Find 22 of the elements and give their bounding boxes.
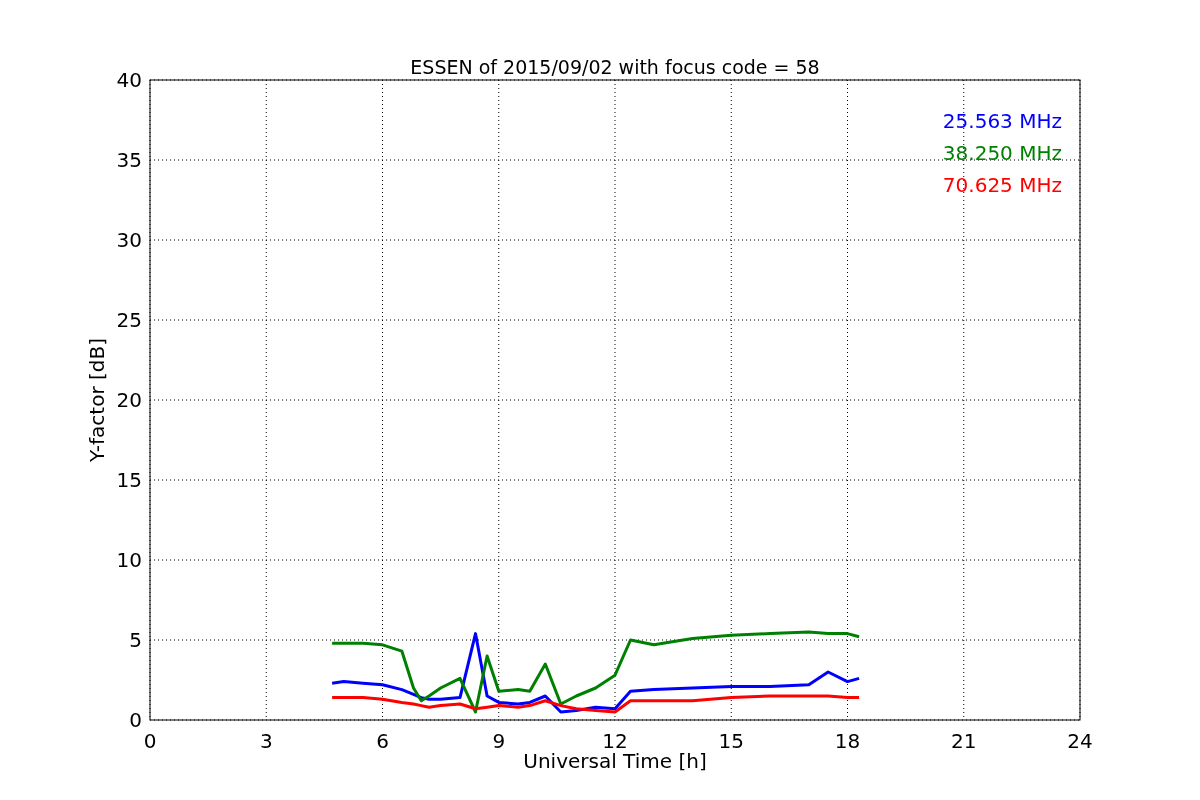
y-tick-label: 10 [116, 548, 142, 572]
x-tick-label: 9 [492, 729, 506, 753]
legend-label: 38.250 MHz [942, 141, 1062, 165]
x-tick-label: 18 [834, 729, 861, 753]
legend-label: 70.625 MHz [942, 173, 1062, 197]
x-tick-label: 24 [1067, 729, 1093, 753]
x-tick-label: 21 [951, 729, 977, 753]
y-tick-label: 20 [116, 388, 142, 412]
y-axis-label: Y-factor [dB] [85, 338, 109, 462]
y-tick-label: 35 [116, 148, 142, 172]
x-tick-label: 3 [259, 729, 273, 753]
x-tick-label: 6 [376, 729, 389, 753]
x-tick-label: 15 [718, 729, 744, 753]
y-tick-label: 40 [116, 68, 142, 92]
y-tick-label: 30 [116, 228, 142, 252]
x-tick-label: 0 [143, 729, 157, 753]
chart-title: ESSEN of 2015/09/02 with focus code = 58 [410, 56, 820, 78]
y-tick-label: 0 [129, 708, 142, 732]
legend-label: 25.563 MHz [942, 109, 1062, 133]
y-tick-label: 5 [129, 628, 142, 652]
y-tick-label: 15 [116, 468, 142, 492]
y-tick-label: 25 [116, 308, 142, 332]
